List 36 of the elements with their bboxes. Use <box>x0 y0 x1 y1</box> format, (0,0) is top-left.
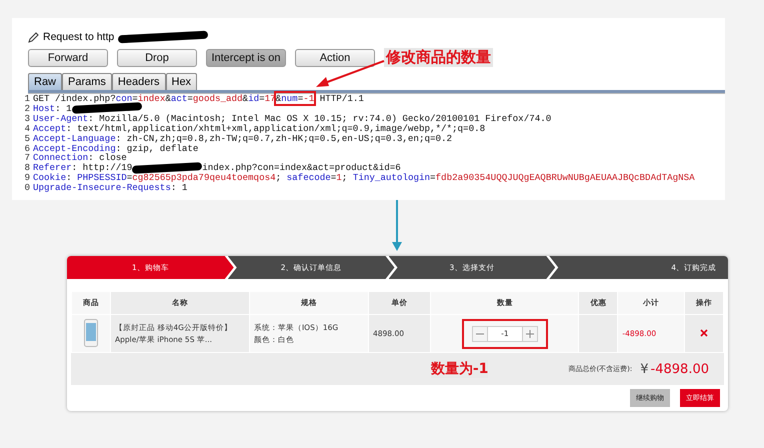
request-line: User-Agent: Mozilla/5.0 (Macintosh; Intel Mac OS X 10.15; rv:74.0) Gecko/20100101 Firefox/74.0 <box>33 114 552 124</box>
request-line: Accept-Encoding: gzip, deflate <box>33 144 198 154</box>
delete-icon[interactable] <box>700 328 708 336</box>
toolbar-button[interactable]: Intercept is on <box>206 48 286 66</box>
request-line: Upgrade-Insecure-Requests: 1 <box>33 183 188 194</box>
request-line: Cookie: PHPSESSID=cg82565p3pda79qeu4toemqos4; safecode=1; Tiny_autologin=fdb2a90354UQQJUQgEAQBRUwNUBgAEUAAJBQcBDAdTAgNSA <box>33 173 695 184</box>
tab[interactable]: Hex <box>166 73 198 90</box>
line-number: 5 <box>23 134 30 144</box>
request-line: Accept: text/html,application/xhtml+xml,application/xml;q=0.9,image/webp,*/*;q=0.8 <box>33 124 486 134</box>
line-number: 3 <box>23 114 30 124</box>
total-price: -4898.00 <box>650 362 709 376</box>
tab[interactable]: Headers <box>112 73 166 90</box>
toolbar-button[interactable]: Drop <box>117 48 197 66</box>
line-number: 7 <box>23 153 30 164</box>
line-number: 1 <box>23 94 30 104</box>
request-title: Request to http <box>43 31 114 43</box>
line-number: 4 <box>23 124 30 134</box>
line-number: 0 <box>23 183 30 194</box>
request-line: Accept-Language: zh-CN,zh;q=0.8,zh-TW;q=0.7,zh-HK;q=0.5,en-US;q=0.3,en;q=0.2 <box>33 134 452 144</box>
annotation-label: 数量为-1 <box>430 360 488 378</box>
toolbar-button[interactable]: Forward <box>28 48 108 66</box>
tab[interactable]: Raw <box>28 73 62 90</box>
line-number: 6 <box>23 144 30 154</box>
phone-photo-placeholder <box>84 318 98 346</box>
annotation-arrow <box>314 60 386 90</box>
toolbar-button[interactable]: Action <box>295 48 375 66</box>
currency-symbol: ¥ <box>640 362 649 376</box>
line-number: 2 <box>23 104 30 114</box>
line-number: 8 <box>23 163 30 174</box>
line-number: 9 <box>23 173 30 184</box>
tab[interactable]: Params <box>62 73 112 90</box>
down-arrow <box>391 200 403 252</box>
pencil-icon <box>28 32 39 42</box>
request-line: Host: 1 <box>33 104 142 114</box>
request-line: Connection: close <box>33 153 127 164</box>
request-line: Referer: http://19 index.php?con=index&act=product&id=6 <box>33 163 401 174</box>
